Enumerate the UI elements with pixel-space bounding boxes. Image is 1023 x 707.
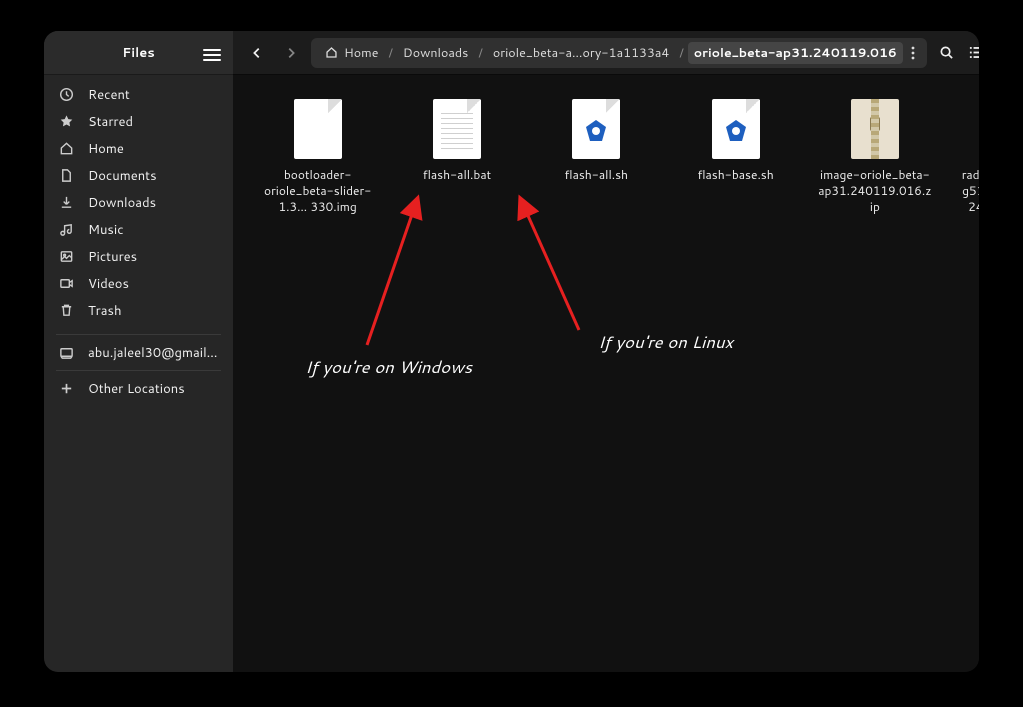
sidebar-item-label: Documents bbox=[88, 167, 157, 185]
downloads-icon bbox=[58, 195, 74, 211]
sidebar-item-other-locations[interactable]: Other Locations bbox=[44, 375, 233, 402]
file-label: flash-all.sh bbox=[564, 167, 628, 183]
breadcrumb-segment[interactable]: oriole_beta-a…ory-1a1133a4 bbox=[487, 42, 676, 64]
file-item[interactable]: radio-oriole_beta-g5123b-132217-240112-b… bbox=[948, 95, 979, 236]
annotation-linux: If you're on Linux bbox=[598, 330, 733, 354]
file-label: radio-oriole_beta-g5123b-132217-240112-b… bbox=[957, 167, 979, 232]
file-grid: bootloader-oriole_beta-slider-1.3… 330.i… bbox=[233, 75, 979, 256]
documents-icon bbox=[58, 168, 74, 184]
breadcrumb-home[interactable]: Home bbox=[319, 42, 384, 64]
plus-icon bbox=[58, 381, 74, 397]
file-label: flash-base.sh bbox=[697, 167, 773, 183]
file-manager-window: Files Recent Starred Home Documents bbox=[44, 31, 979, 672]
sidebar-item-label: Home bbox=[88, 140, 124, 158]
breadcrumb-separator: / bbox=[478, 44, 482, 62]
sidebar-item-label: Videos bbox=[88, 275, 129, 293]
sidebar-item-videos[interactable]: Videos bbox=[44, 270, 233, 297]
toolbar-right bbox=[933, 39, 979, 67]
breadcrumb-separator: / bbox=[388, 44, 392, 62]
sidebar-item-label: Pictures bbox=[88, 248, 137, 266]
forward-button[interactable] bbox=[277, 39, 305, 67]
list-icon bbox=[969, 45, 979, 60]
sidebar-item-music[interactable]: Music bbox=[44, 216, 233, 243]
file-view: bootloader-oriole_beta-slider-1.3… 330.i… bbox=[233, 75, 979, 672]
file-icon-text bbox=[433, 99, 481, 159]
sidebar-item-label: Starred bbox=[88, 113, 133, 131]
sidebar-item-account[interactable]: abu.jaleel30@gmail.com bbox=[44, 339, 233, 366]
sidebar-item-starred[interactable]: Starred bbox=[44, 108, 233, 135]
breadcrumb-segment[interactable]: Downloads bbox=[397, 42, 474, 64]
main-pane: Home / Downloads / oriole_beta-a…ory-1a1… bbox=[233, 31, 979, 672]
search-icon bbox=[939, 45, 954, 60]
gear-icon bbox=[724, 119, 748, 143]
breadcrumb-separator: / bbox=[679, 44, 683, 62]
gear-icon bbox=[584, 119, 608, 143]
music-icon bbox=[58, 222, 74, 238]
sidebar-item-home[interactable]: Home bbox=[44, 135, 233, 162]
sidebar-menu-button[interactable] bbox=[203, 46, 221, 60]
path-menu-button[interactable] bbox=[907, 46, 919, 60]
sidebar-places: Recent Starred Home Documents Downloads … bbox=[44, 75, 233, 330]
sidebar-item-label: abu.jaleel30@gmail.com bbox=[88, 344, 219, 362]
search-button[interactable] bbox=[933, 39, 961, 67]
sidebar-item-label: Recent bbox=[88, 86, 130, 104]
breadcrumb-label: Home bbox=[344, 44, 378, 62]
annotation-arrow-windows bbox=[349, 190, 429, 350]
sidebar-item-label: Other Locations bbox=[88, 380, 185, 398]
file-label: image-oriole_beta-ap31.240119.016.zip bbox=[817, 167, 932, 216]
pictures-icon bbox=[58, 249, 74, 265]
sidebar-item-recent[interactable]: Recent bbox=[44, 81, 233, 108]
cloud-icon bbox=[58, 345, 74, 361]
app-title: Files bbox=[122, 44, 154, 62]
breadcrumb-segment-current[interactable]: oriole_beta-ap31.240119.016 bbox=[688, 42, 903, 64]
videos-icon bbox=[58, 276, 74, 292]
sidebar-header: Files bbox=[44, 31, 233, 75]
sidebar-item-label: Music bbox=[88, 221, 124, 239]
sidebar-divider bbox=[56, 334, 221, 335]
breadcrumb-label: oriole_beta-a…ory-1a1133a4 bbox=[493, 44, 670, 62]
file-label: flash-all.bat bbox=[423, 167, 491, 183]
file-icon-archive bbox=[851, 99, 899, 159]
back-button[interactable] bbox=[243, 39, 271, 67]
breadcrumb: Home / Downloads / oriole_beta-a…ory-1a1… bbox=[311, 38, 927, 68]
sidebar-item-label: Trash bbox=[88, 302, 122, 320]
sidebar-divider bbox=[56, 370, 221, 371]
breadcrumb-label: oriole_beta-ap31.240119.016 bbox=[694, 44, 897, 62]
file-icon-shell bbox=[712, 99, 760, 159]
trash-icon bbox=[58, 303, 74, 319]
view-options-button[interactable] bbox=[965, 39, 979, 67]
sidebar-item-documents[interactable]: Documents bbox=[44, 162, 233, 189]
file-icon-generic bbox=[294, 99, 342, 159]
home-icon bbox=[325, 46, 338, 59]
sidebar-item-label: Downloads bbox=[88, 194, 156, 212]
sidebar-item-pictures[interactable]: Pictures bbox=[44, 243, 233, 270]
toolbar: Home / Downloads / oriole_beta-a…ory-1a1… bbox=[233, 31, 979, 75]
file-item[interactable]: flash-base.sh bbox=[669, 95, 802, 236]
sidebar-item-trash[interactable]: Trash bbox=[44, 297, 233, 324]
annotation-windows: If you're on Windows bbox=[305, 355, 472, 379]
home-icon bbox=[58, 141, 74, 157]
file-icon-shell bbox=[572, 99, 620, 159]
clock-icon bbox=[58, 87, 74, 103]
file-item[interactable]: image-oriole_beta-ap31.240119.016.zip bbox=[808, 95, 941, 236]
sidebar: Files Recent Starred Home Documents bbox=[44, 31, 233, 672]
breadcrumb-label: Downloads bbox=[403, 44, 468, 62]
star-icon bbox=[58, 114, 74, 130]
annotation-arrow-linux bbox=[501, 190, 591, 335]
sidebar-item-downloads[interactable]: Downloads bbox=[44, 189, 233, 216]
